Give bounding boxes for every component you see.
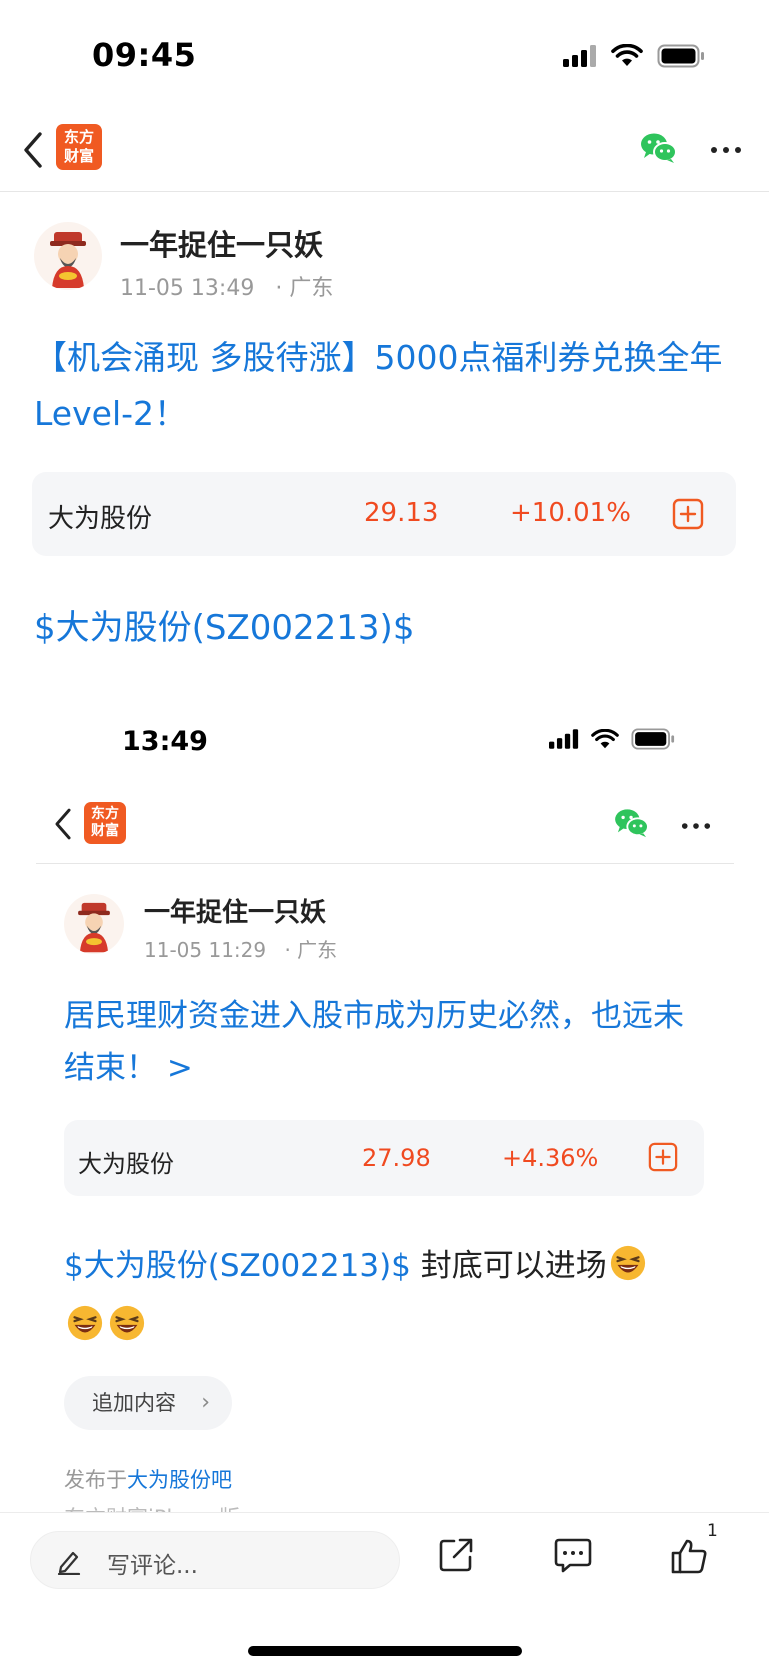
post-location: · 广东	[275, 276, 334, 301]
stock-name: 大为股份	[78, 1150, 174, 1178]
stock-name: 大为股份	[48, 504, 153, 534]
status-bar: 09:45	[0, 0, 769, 100]
god-of-wealth-avatar-icon	[78, 902, 110, 953]
back-chevron-icon[interactable]	[18, 128, 48, 172]
embedded-nav-bar: 东方 财富	[36, 790, 734, 864]
body-text: 封底可以进场	[410, 1248, 607, 1284]
wifi-icon	[611, 44, 643, 66]
logo-line-1: 东方	[63, 128, 94, 146]
logo-line-2: 财富	[63, 147, 94, 165]
embedded-app-logo: 东方 财富	[84, 802, 126, 844]
bottom-action-bar: 写评论... 1	[0, 1512, 769, 1665]
post-meta: 11-05 11:29 · 广东	[144, 934, 337, 963]
status-icons	[563, 44, 705, 68]
like-icon[interactable]	[670, 1537, 708, 1575]
post-location: · 广东	[284, 938, 338, 962]
add-watchlist-icon	[648, 1142, 678, 1172]
signal-icon	[549, 729, 579, 749]
post-date: 11-05 13:49	[120, 276, 255, 301]
comment-icon[interactable]	[554, 1537, 592, 1573]
battery-icon	[657, 44, 704, 68]
nav-bar: 东方 财富	[0, 110, 769, 192]
wechat-share-icon	[615, 809, 649, 838]
stock-tag-link: $大为股份(SZ002213)$	[64, 1248, 411, 1284]
more-options-icon[interactable]	[710, 146, 742, 154]
post-meta: 11-05 13:49 · 广东	[120, 270, 333, 302]
back-chevron-icon	[55, 808, 71, 840]
avatar	[64, 894, 124, 954]
laughing-emoji-icon	[67, 1305, 103, 1341]
comment-input[interactable]: 写评论...	[30, 1531, 400, 1589]
laughing-emoji-icon	[610, 1245, 645, 1281]
logo-line-1: 东方	[91, 806, 119, 822]
logo-line-2: 财富	[91, 823, 119, 839]
append-content-label: 追加内容	[92, 1391, 176, 1415]
posted-prefix: 发布于	[64, 1468, 127, 1492]
author-name[interactable]: 一年捉住一只妖	[120, 222, 323, 264]
stock-tag-link[interactable]: $大为股份(SZ002213)$	[34, 600, 414, 649]
stock-price: 27.98	[362, 1144, 431, 1172]
share-icon[interactable]	[438, 1537, 474, 1573]
wechat-share-icon[interactable]	[640, 132, 678, 164]
post-date: 11-05 11:29	[144, 938, 267, 962]
stock-change: +10.01%	[510, 498, 631, 528]
app-logo: 东方 财富	[56, 124, 102, 170]
god-of-wealth-avatar-icon	[50, 232, 86, 288]
posted-in: 发布于大为股份吧	[64, 1464, 232, 1494]
avatar[interactable]	[34, 222, 102, 290]
battery-icon	[631, 728, 675, 750]
embedded-status-time: 13:49	[122, 726, 208, 757]
chevron-right-icon: ›	[201, 1390, 210, 1415]
more-options-icon	[681, 823, 711, 829]
embedded-post-title: 居民理财资金进入股市成为历史必然，也远未结束！ >	[64, 998, 684, 1086]
post-title-link[interactable]: 【机会涌现 多股待涨】5000点福利券兑换全年Level-2！	[34, 330, 734, 442]
pen-icon	[57, 1551, 81, 1575]
add-watchlist-icon[interactable]	[672, 498, 704, 530]
author-name: 一年捉住一只妖	[144, 898, 327, 928]
embedded-status-icons	[549, 728, 675, 750]
like-count: 1	[707, 1521, 718, 1541]
comment-placeholder: 写评论...	[107, 1553, 198, 1579]
stock-price: 29.13	[364, 498, 439, 528]
embedded-post-body: $大为股份(SZ002213)$ 封底可以进场	[64, 1236, 724, 1356]
home-indicator	[248, 1646, 522, 1656]
stock-bar-link: 大为股份吧	[127, 1468, 232, 1492]
signal-icon	[563, 45, 596, 67]
embedded-stock-card: 大为股份 27.98 +4.36%	[64, 1120, 704, 1196]
stock-change: +4.36%	[502, 1144, 599, 1172]
stock-quote-card[interactable]: 大为股份 29.13 +10.01%	[32, 472, 736, 556]
laughing-emoji-icon	[109, 1305, 145, 1341]
status-time: 09:45	[92, 36, 197, 74]
append-content-button: 追加内容 ›	[64, 1376, 232, 1430]
wifi-icon	[591, 728, 619, 748]
